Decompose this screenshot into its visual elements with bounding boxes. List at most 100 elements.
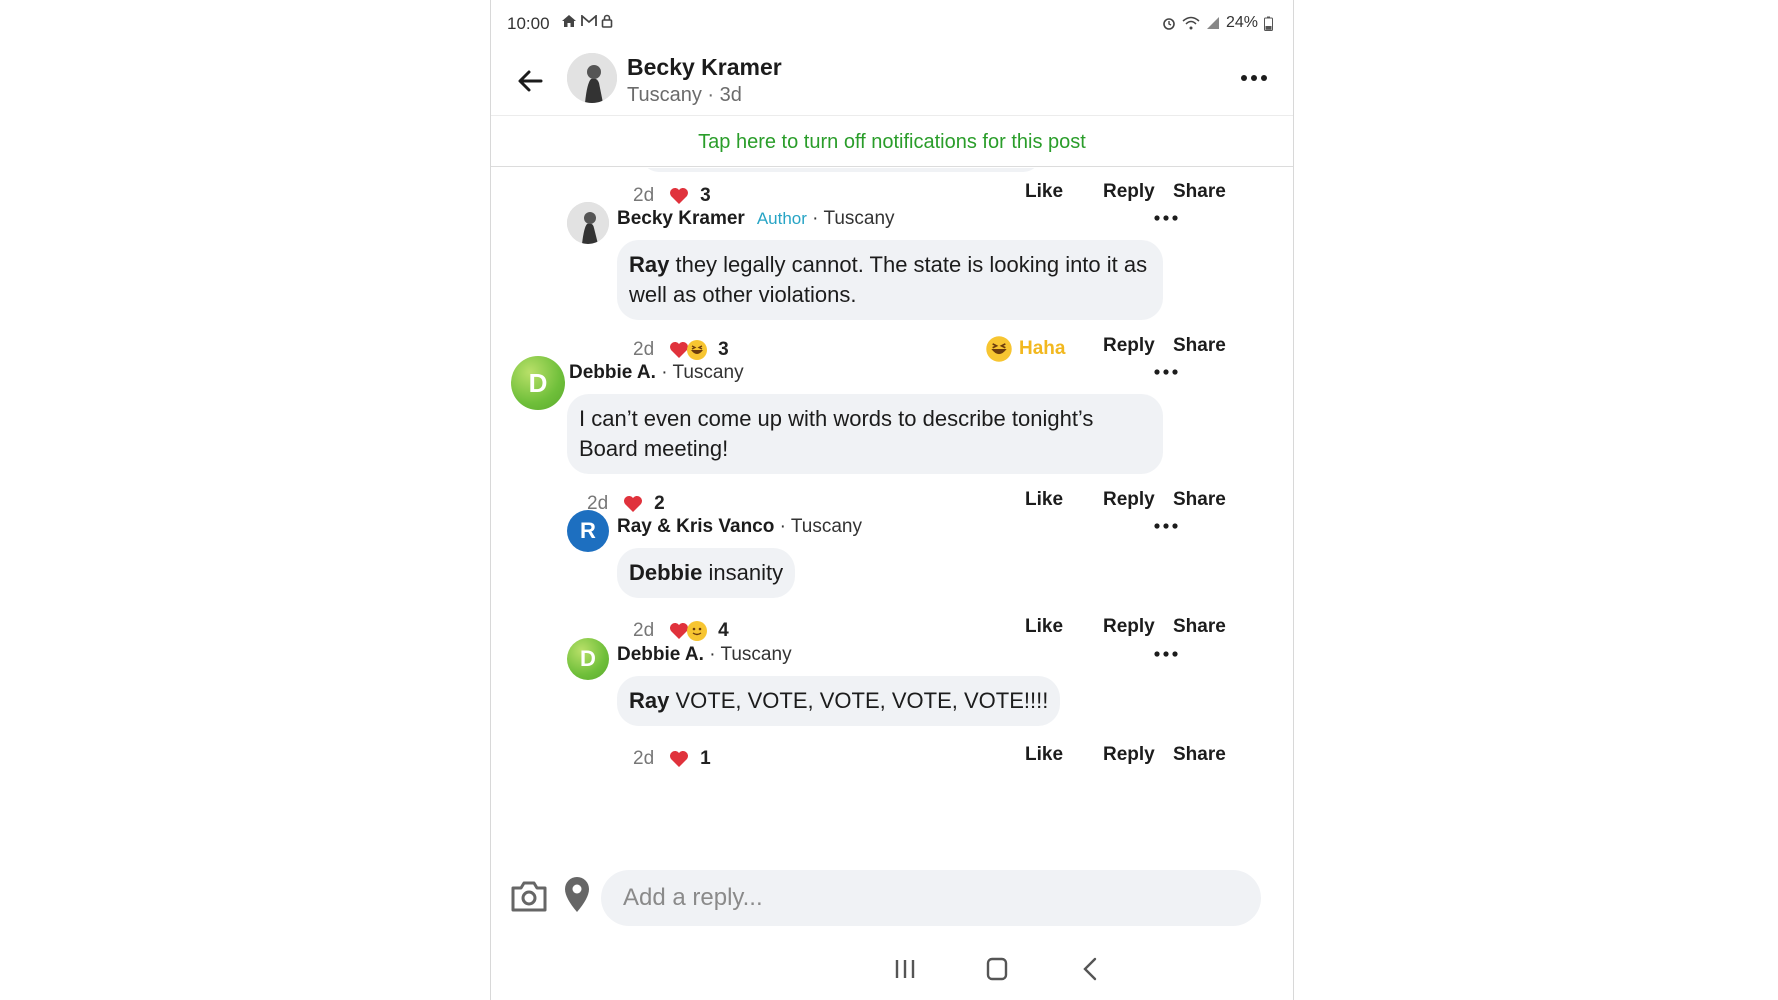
reply-button[interactable]: Reply: [1103, 744, 1163, 766]
alarm-icon: [1163, 18, 1175, 30]
status-time: 10:00: [507, 14, 550, 33]
share-button[interactable]: Share: [1173, 744, 1233, 766]
comment-meta-row: 2d 3 Like Reply Share: [633, 181, 1226, 211]
share-button[interactable]: Share: [1173, 181, 1233, 203]
like-button[interactable]: Like: [1025, 744, 1075, 766]
post-header: Becky Kramer Tuscany · 3d: [491, 46, 1293, 116]
avatar-initial: R: [580, 518, 596, 543]
comment-text: I can’t even come up with words to descr…: [579, 406, 1094, 461]
reply-button[interactable]: Reply: [1103, 181, 1163, 203]
battery-level: 24%: [1225, 14, 1258, 31]
reaction-count: 4: [718, 620, 729, 641]
reaction-summary[interactable]: [668, 185, 690, 207]
camera-icon[interactable]: [509, 878, 549, 914]
reply-composer: [491, 858, 1293, 938]
phone-screen: 10:00 24% Becky Kramer Tuscany · 3d Tap …: [490, 0, 1294, 1000]
like-button[interactable]: Like: [1025, 181, 1075, 203]
notifications-toggle-banner[interactable]: Tap here to turn off notifications for t…: [491, 117, 1293, 167]
comments-feed: 2d 3 Like Reply Share Becky Kramer Author…: [491, 168, 1293, 858]
reaction-count: 2: [654, 493, 665, 514]
comment-time: 2d: [633, 185, 655, 206]
status-bar: 10:00 24%: [491, 0, 1293, 46]
comment-bubble: Ray they legally cannot. The state is lo…: [617, 240, 1163, 320]
heart-reaction-icon: [670, 751, 689, 767]
commenter-name[interactable]: Ray & Kris Vanco: [617, 516, 774, 537]
smile-reaction-icon: [687, 621, 708, 641]
like-button[interactable]: Like: [1025, 489, 1075, 511]
commenter-name-line: Debbie A. · Tuscany: [569, 362, 744, 383]
commenter-name[interactable]: Debbie A.: [569, 362, 656, 383]
comment-options-icon[interactable]: [1151, 364, 1181, 380]
author-badge: Author: [756, 209, 807, 228]
commenter-location: Tuscany: [672, 362, 744, 383]
commenter-name-line: Becky Kramer Author · Tuscany: [617, 208, 895, 229]
comment-bubble: Ray VOTE, VOTE, VOTE, VOTE, VOTE!!!!: [617, 676, 1061, 726]
comment-bubble: Debbie insanity: [617, 548, 796, 598]
mention-tag[interactable]: Ray: [629, 688, 669, 713]
recent-apps-icon[interactable]: [885, 952, 925, 986]
heart-reaction-icon: [624, 496, 643, 512]
comment-meta-row: 2d 3 Haha Reply Share: [633, 335, 1226, 365]
like-button[interactable]: Like: [1025, 616, 1075, 638]
comment-bubble: I can’t even come up with words to descr…: [567, 394, 1163, 474]
reply-button[interactable]: Reply: [1103, 616, 1163, 638]
status-icons-right: 24%: [1162, 14, 1273, 32]
reaction-summary[interactable]: [668, 748, 690, 770]
comment-meta-row: 2d 4 Like Reply Share: [633, 616, 1226, 646]
battery-icon: [1264, 16, 1273, 31]
comment-time: 2d: [633, 339, 655, 360]
reply-button[interactable]: Reply: [1103, 489, 1163, 511]
mention-tag[interactable]: Ray: [629, 252, 669, 277]
comment-options-icon[interactable]: [1151, 518, 1181, 534]
header-location: Tuscany: [627, 84, 702, 106]
share-button[interactable]: Share: [1173, 616, 1233, 638]
status-icons-left: [561, 14, 613, 28]
lock-icon: [601, 14, 613, 28]
comment-meta-row: 2d 1 Like Reply Share: [633, 744, 1226, 774]
comment-options-icon[interactable]: [1151, 210, 1181, 226]
comment-time: 2d: [633, 748, 655, 769]
commenter-avatar[interactable]: [567, 202, 609, 244]
comment-actions: Like Reply Share: [1025, 616, 1245, 646]
back-arrow-icon[interactable]: [513, 64, 547, 98]
comment-actions: Like Reply Share: [1025, 744, 1245, 774]
reaction-summary[interactable]: [668, 620, 708, 642]
reaction-count: 3: [700, 185, 711, 206]
comment-actions: Like Reply Share: [1025, 489, 1245, 519]
commenter-avatar[interactable]: D: [567, 638, 609, 680]
header-age: 3d: [719, 84, 742, 106]
mail-icon: [581, 15, 597, 26]
haha-label: Haha: [1019, 338, 1066, 359]
commenter-name[interactable]: Becky Kramer: [617, 208, 745, 229]
commenter-name-line: Debbie A. · Tuscany: [617, 644, 792, 665]
comment-options-icon[interactable]: [1151, 646, 1181, 662]
comment-text: insanity: [702, 560, 784, 585]
commenter-location: Tuscany: [823, 208, 895, 229]
header-subtitle: Tuscany · 3d: [627, 84, 742, 106]
share-button[interactable]: Share: [1173, 489, 1233, 511]
commenter-avatar[interactable]: R: [567, 510, 609, 552]
share-button[interactable]: Share: [1173, 335, 1233, 357]
commenter-name[interactable]: Debbie A.: [617, 644, 704, 665]
previous-comment-bubble: [641, 168, 1041, 172]
reaction-summary[interactable]: [668, 339, 708, 361]
haha-reaction-button[interactable]: Haha: [985, 335, 1075, 363]
more-options-icon[interactable]: [1237, 68, 1271, 88]
system-nav-bar: [491, 938, 1293, 1000]
reply-button[interactable]: Reply: [1103, 335, 1163, 357]
back-nav-icon[interactable]: [1071, 952, 1111, 986]
comment-meta-row: 2d 2 Like Reply Share: [587, 489, 1226, 519]
comment-text: VOTE, VOTE, VOTE, VOTE, VOTE!!!!: [669, 688, 1049, 713]
location-pin-icon[interactable]: [561, 874, 593, 914]
reaction-summary[interactable]: [622, 493, 644, 515]
author-avatar[interactable]: [567, 53, 617, 103]
reaction-count: 1: [700, 748, 711, 769]
commenter-avatar[interactable]: D: [511, 356, 565, 410]
avatar-initial: D: [528, 367, 548, 398]
mention-tag[interactable]: Debbie: [629, 560, 702, 585]
comment-time: 2d: [633, 620, 655, 641]
reply-input[interactable]: [601, 870, 1261, 926]
home-button-icon[interactable]: [977, 952, 1017, 986]
comment-actions: Like Reply Share: [1025, 181, 1245, 211]
header-author-name[interactable]: Becky Kramer: [627, 54, 782, 81]
